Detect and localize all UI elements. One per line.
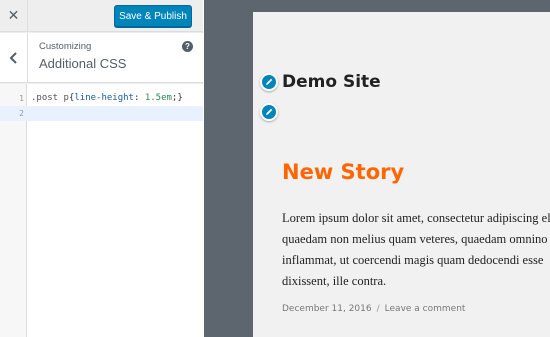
save-publish-button[interactable]: Save & Publish bbox=[114, 5, 192, 27]
pencil-icon bbox=[266, 78, 273, 85]
close-icon: ✕ bbox=[7, 8, 20, 24]
css-colon: : bbox=[133, 93, 145, 103]
edit-site-title-shortcut[interactable] bbox=[260, 73, 278, 91]
css-code-editor[interactable]: 1 .post p{line-height: 1.5em;} 2 bbox=[0, 84, 203, 337]
back-button[interactable] bbox=[0, 33, 28, 83]
meta-separator: / bbox=[376, 304, 380, 314]
leave-comment-link[interactable]: Leave a comment bbox=[385, 304, 466, 314]
post-title[interactable]: New Story bbox=[282, 160, 404, 184]
css-selector: .post p bbox=[31, 93, 69, 103]
css-property: line-height bbox=[74, 93, 134, 103]
code-line-active[interactable]: 2 bbox=[0, 106, 203, 121]
help-icon[interactable]: ? bbox=[182, 41, 193, 52]
pencil-icon bbox=[266, 108, 273, 115]
edit-tagline-shortcut[interactable] bbox=[260, 103, 278, 121]
line-number: 2 bbox=[19, 109, 24, 118]
section-header: Customizing Additional CSS ? bbox=[0, 33, 203, 83]
customizer-header: ✕ Save & Publish bbox=[0, 0, 203, 32]
line-number-gutter bbox=[0, 84, 27, 337]
post-meta: December 11, 2016 / Leave a comment bbox=[282, 304, 465, 314]
code-text: .post p{line-height: 1.5em;} bbox=[31, 91, 183, 106]
post-paragraph: Lorem ipsum dolor sit amet, consectetur … bbox=[282, 211, 550, 288]
css-value: 1.5em bbox=[144, 93, 172, 103]
site-title[interactable]: Demo Site bbox=[282, 72, 381, 92]
chevron-left-icon bbox=[9, 52, 17, 64]
post-date[interactable]: December 11, 2016 bbox=[282, 304, 372, 314]
post-content: Lorem ipsum dolor sit amet, consectetur … bbox=[282, 208, 550, 288]
customizing-label: Customizing bbox=[39, 41, 92, 52]
line-number: 1 bbox=[19, 94, 24, 103]
css-brace-close: ;} bbox=[171, 93, 183, 103]
code-line[interactable]: 1 .post p{line-height: 1.5em;} bbox=[0, 91, 203, 106]
customizer-sidebar: ✕ Save & Publish Customizing Additional … bbox=[0, 0, 203, 337]
section-title: Additional CSS bbox=[39, 56, 127, 71]
close-button[interactable]: ✕ bbox=[0, 0, 28, 32]
